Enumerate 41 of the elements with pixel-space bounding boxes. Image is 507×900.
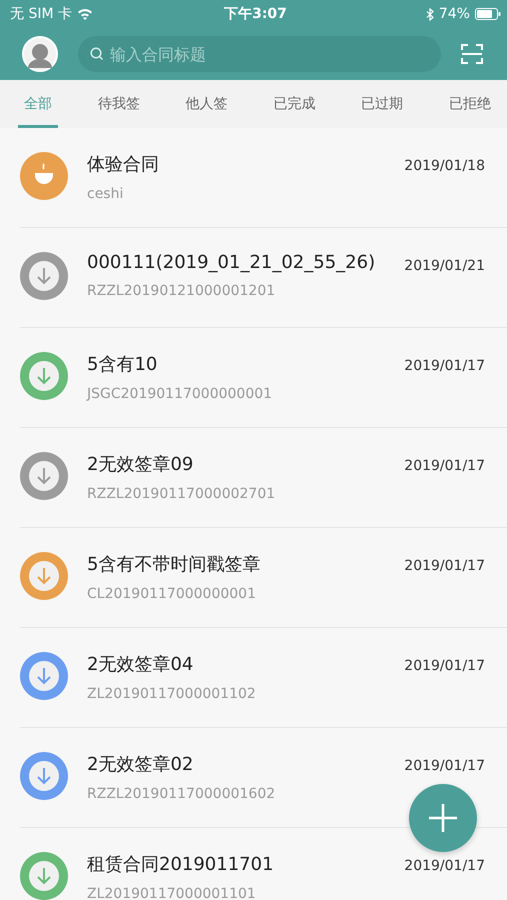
search-icon: [90, 47, 104, 61]
contract-code: RZZL20190117000001602: [87, 786, 276, 802]
contract-date: 2019/01/21: [404, 258, 485, 274]
contract-date: 2019/01/18: [404, 158, 485, 174]
contract-title[interactable]: 2无效签章04: [87, 652, 396, 676]
contract-date: 2019/01/17: [404, 358, 485, 374]
contract-title[interactable]: 2无效签章02: [87, 752, 396, 776]
filter-tab[interactable]: 已过期: [355, 80, 410, 128]
contract-title[interactable]: 2无效签章09: [87, 452, 396, 476]
contract-code: RZZL20190117000002701: [87, 486, 276, 502]
contract-code: ZL20190117000001101: [87, 886, 257, 900]
contract-code: ceshi: [87, 186, 124, 202]
contract-title[interactable]: 5含有10: [87, 352, 396, 376]
contract-code: JSGC20190117000000001: [87, 386, 274, 402]
contract-title[interactable]: 000111(2019_01_21_02_55_26): [87, 252, 396, 273]
scan-icon[interactable]: [461, 44, 483, 64]
battery-text: 74%: [438, 6, 470, 22]
contract-title[interactable]: 体验合同: [87, 152, 396, 176]
add-button[interactable]: [409, 784, 477, 852]
avatar-icon[interactable]: [22, 36, 58, 72]
search-field[interactable]: 输入合同标题: [78, 36, 441, 72]
wifi-icon: [77, 8, 93, 20]
plus-icon: [428, 803, 458, 833]
clock-text: 下午3:07: [224, 5, 287, 23]
filter-tab[interactable]: 待我签: [92, 80, 146, 128]
bluetooth-icon: [426, 8, 434, 20]
battery-icon: [474, 8, 501, 20]
contract-title[interactable]: 5含有不带时间戳签章: [87, 552, 396, 576]
filter-tab[interactable]: 已拒绝: [442, 80, 497, 128]
contract-date: 2019/01/17: [404, 558, 485, 574]
contract-date: 2019/01/17: [404, 658, 485, 674]
filter-tab[interactable]: 已完成: [267, 80, 322, 128]
contract-code: ZL20190117000001102: [87, 686, 257, 702]
filter-tab[interactable]: 他人签: [180, 80, 234, 128]
contract-date: 2019/01/17: [404, 458, 485, 474]
contract-code: RZZL20190121000001201: [87, 283, 276, 299]
contract-title[interactable]: 租赁合同2019011701: [87, 852, 396, 876]
contract-code: CL20190117000000001: [87, 586, 257, 602]
contract-date: 2019/01/17: [404, 858, 485, 874]
carrier-text: 无 SIM 卡: [10, 5, 72, 23]
contract-date: 2019/01/17: [404, 758, 485, 774]
